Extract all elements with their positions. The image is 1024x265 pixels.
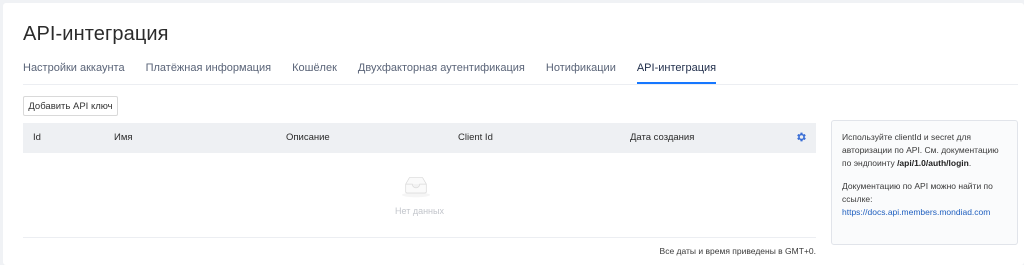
tab-api-integration[interactable]: API-интеграция [636, 62, 717, 84]
table-header: Id Имя Описание Client Id Дата создания [23, 123, 816, 153]
timezone-note: Все даты и время приведены в GMT+0. [659, 246, 816, 256]
tab-account-settings[interactable]: Настройки аккаунта [23, 62, 125, 84]
api-keys-table: Id Имя Описание Client Id Дата создания … [23, 123, 816, 238]
tab-payment-info[interactable]: Платёжная информация [146, 62, 272, 84]
info-auth-end: . [968, 158, 972, 168]
page-title: API-интеграция [23, 23, 169, 45]
content-card: API-интеграция Настройки аккаунта Платёж… [3, 3, 1024, 265]
add-api-key-button[interactable]: Добавить API ключ [23, 96, 118, 116]
tabs-bar: Настройки аккаунта Платёжная информация … [23, 62, 737, 84]
column-header-created-date[interactable]: Дата создания [630, 132, 694, 143]
auth-endpoint: /api/1.0/auth/login [897, 158, 969, 168]
info-paragraph-docs: Документацию по API можно найти по ссылк… [842, 180, 1007, 219]
api-info-panel: Используйте clientId и secret для автори… [831, 120, 1018, 245]
column-header-name[interactable]: Имя [114, 132, 133, 143]
column-header-client-id[interactable]: Client Id [458, 132, 493, 143]
empty-state: Нет данных [23, 153, 816, 238]
tab-wallet[interactable]: Кошёлек [292, 62, 337, 84]
gear-icon[interactable] [795, 131, 807, 143]
tab-notifications[interactable]: Нотификации [546, 62, 616, 84]
docs-link[interactable]: https://docs.api.members.mondiad.com [842, 207, 990, 217]
tab-two-factor[interactable]: Двухфакторная аутентификация [358, 62, 525, 84]
info-paragraph-auth: Используйте clientId и secret для автори… [842, 131, 1007, 170]
column-header-description[interactable]: Описание [286, 132, 330, 143]
column-header-id[interactable]: Id [33, 132, 41, 143]
info-docs-text: Документацию по API можно найти по ссылк… [842, 181, 993, 204]
inbox-icon [401, 177, 431, 198]
empty-text: Нет данных [395, 206, 444, 216]
tabs-divider [23, 84, 1018, 85]
